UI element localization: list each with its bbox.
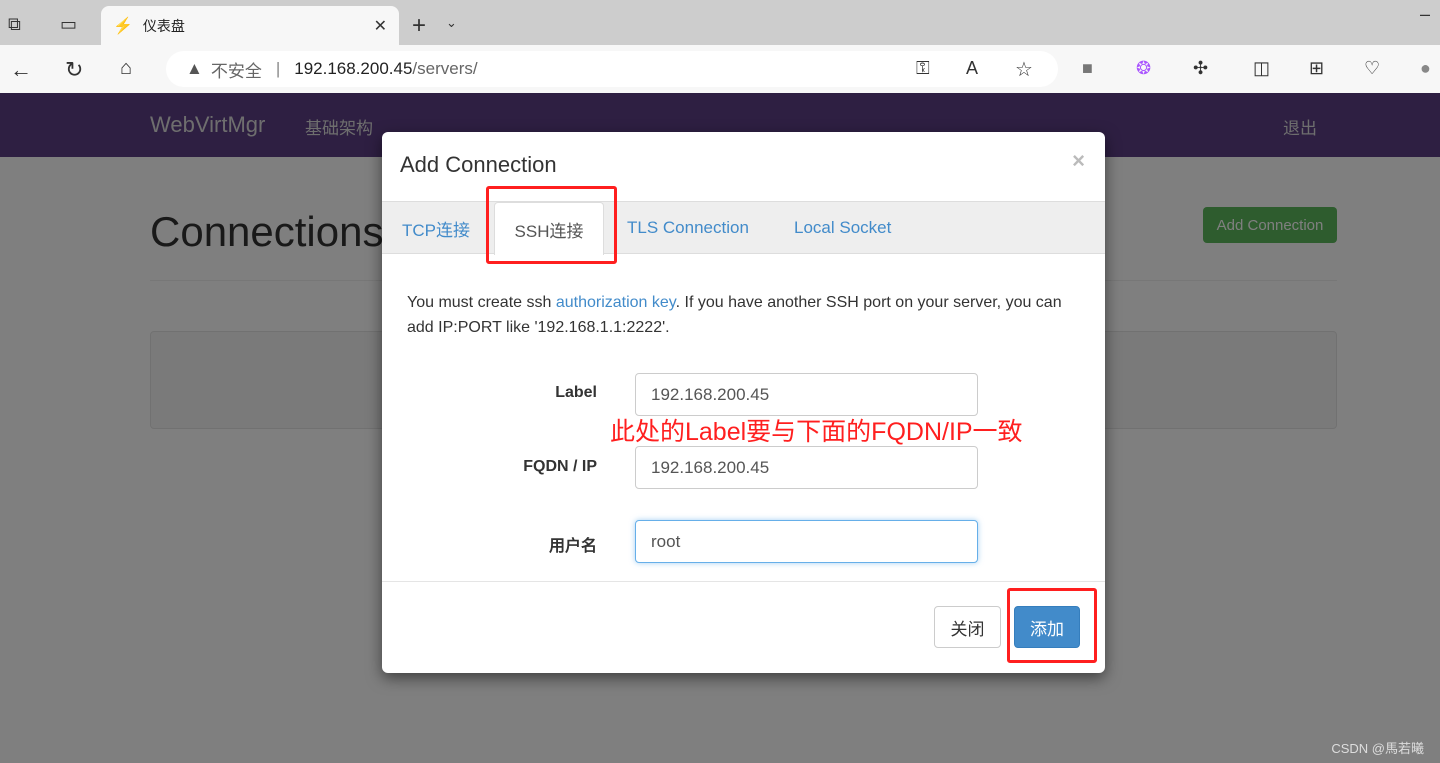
desc-text: You must create ssh [407,294,556,311]
collections-icon[interactable]: ⊞ [1309,58,1324,79]
fqdn-field-label: FQDN / IP [523,458,597,475]
ssh-description: You must create ssh authorization key. I… [407,290,1087,340]
browser-essentials-icon[interactable]: ♡ [1364,58,1380,79]
close-button[interactable]: 关闭 [934,606,1001,648]
key-icon[interactable]: ⚿ [916,58,930,79]
refresh-icon[interactable]: ↻ [65,57,83,83]
extension-icon[interactable]: ■ [1082,58,1093,79]
minimize-icon[interactable]: – [1420,4,1430,25]
close-tab-icon[interactable]: ✕ [374,16,387,36]
divider: | [275,59,281,78]
favicon-icon: ⚡ [113,17,133,35]
back-icon[interactable]: ← [10,57,32,83]
username-input[interactable] [635,520,978,563]
annotation-note: 此处的Label要与下面的FQDN/IP一致 [610,418,1023,446]
tab-local-socket[interactable]: Local Socket [794,202,891,254]
insecure-label: 不安全 [210,61,262,81]
tab-tcp[interactable]: TCP连接 [402,202,470,254]
browser-tab[interactable]: ⚡ 仪表盘 ✕ [101,6,399,45]
modal-footer-divider [382,581,1105,582]
highlight-box-add-button [1007,588,1097,663]
new-tab-icon[interactable]: + [412,12,426,40]
workspaces-icon[interactable]: ⧉ [8,14,21,35]
extensions-icon[interactable]: ✣ [1193,58,1208,79]
label-input[interactable] [635,373,978,416]
split-screen-icon[interactable]: ◫ [1253,58,1270,79]
tab-actions-icon[interactable]: ▭ [60,14,77,35]
highlight-box-ssh-tab [486,186,617,264]
tab-title: 仪表盘 [142,17,185,34]
read-aloud-icon[interactable]: A [966,58,978,79]
fqdn-input[interactable] [635,446,978,489]
tab-tls[interactable]: TLS Connection [627,202,749,254]
username-field-label: 用户名 [548,538,597,555]
favorite-star-icon[interactable]: ☆ [1015,57,1033,82]
modal-title: Add Connection [400,152,557,177]
warning-icon: ▲ [186,59,203,78]
home-icon[interactable]: ⌂ [120,57,132,80]
url-host: 192.168.200.45 [294,59,413,78]
copilot-icon[interactable]: ❂ [1136,58,1151,79]
label-field-label: Label [555,384,597,401]
url-path: /servers/ [412,59,478,78]
watermark: CSDN @馬若曦 [1331,741,1424,756]
chevron-down-icon[interactable]: ⌄ [446,15,457,31]
close-icon[interactable]: × [1072,148,1085,174]
profile-icon[interactable]: ● [1420,58,1431,79]
authorization-key-link[interactable]: authorization key [556,294,676,311]
